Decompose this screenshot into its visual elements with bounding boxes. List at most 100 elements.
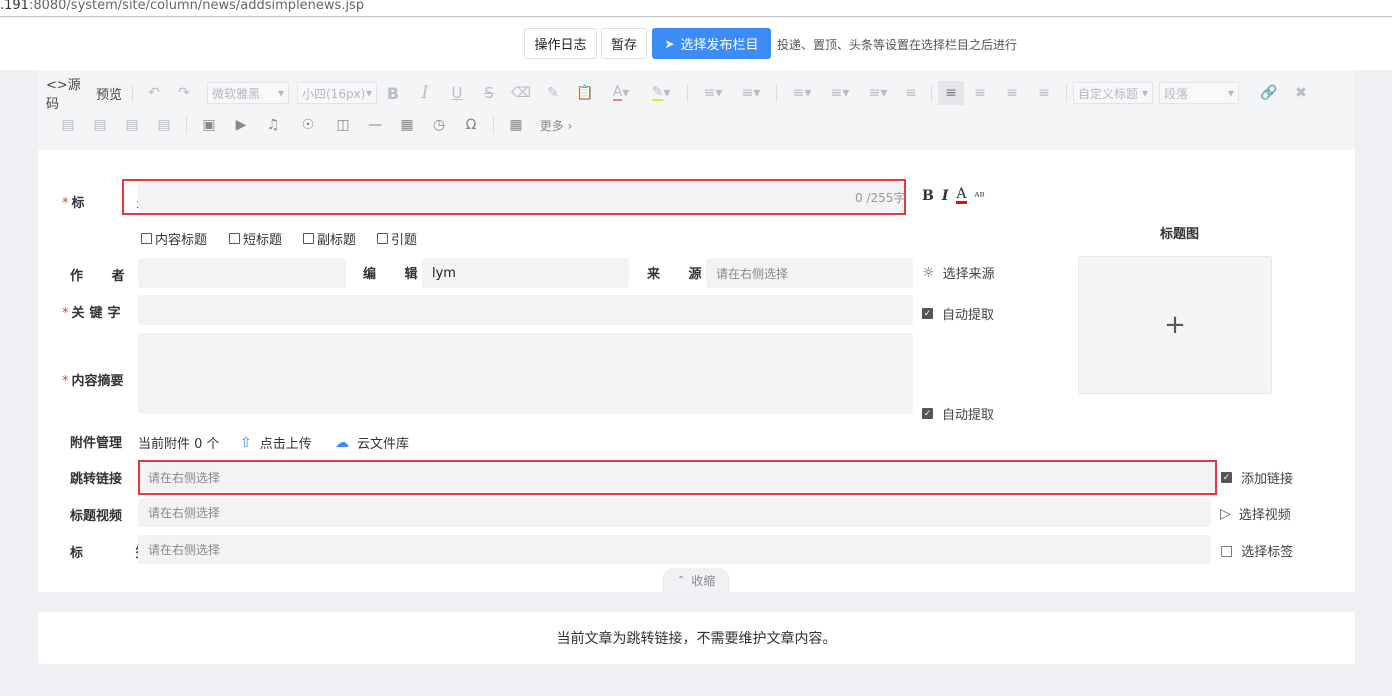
align-justify-icon[interactable]: ≡ (1028, 81, 1060, 105)
date-icon[interactable]: ▦ (391, 113, 423, 137)
image-left-icon[interactable]: ▤ (52, 113, 84, 137)
format-painter-icon[interactable]: ✎ (537, 81, 569, 105)
image-icon[interactable]: ▣ (193, 113, 225, 137)
source-label: 来 源 (647, 267, 714, 282)
bold-icon[interactable]: B (377, 81, 409, 105)
title-image-upload[interactable]: + (1078, 256, 1272, 394)
font-color-icon[interactable]: A ▾ (601, 81, 641, 105)
tag-input[interactable]: 请在右侧选择 (138, 535, 1211, 564)
checkbox-label: 副标题 (317, 233, 357, 248)
font-family-select[interactable]: 微软雅黑 ▾ (207, 82, 289, 104)
font-size-select[interactable]: 小四(16px) ▾ (297, 82, 377, 104)
lead-title-checkbox[interactable]: 引题 (377, 229, 417, 248)
operation-log-button[interactable]: 操作日志 (524, 28, 597, 59)
author-input[interactable] (138, 258, 346, 288)
jump-link-notice: 当前文章为跳转链接，不需要维护文章内容。 (38, 612, 1355, 664)
select-tag-label: 选择标签 (1241, 545, 1294, 560)
toolbar-divider (493, 116, 494, 134)
ordered-list-icon[interactable]: ≡▾ (694, 81, 732, 105)
outdent-icon[interactable]: ≡ (897, 81, 925, 105)
source-code-button[interactable]: <>源码 (46, 78, 86, 112)
upload-icon: ⇧ (240, 434, 252, 451)
select-tag-link[interactable]: □ 选择标签 (1220, 541, 1294, 561)
chevron-up-icon: ⌃ (676, 574, 686, 586)
align-right-icon[interactable]: ≡ (996, 81, 1028, 105)
checkbox-box (377, 233, 388, 244)
chevron-down-icon: ▾ (277, 86, 284, 100)
undo-icon[interactable]: ↶ (139, 81, 169, 105)
editor-toolbar: <>源码 预览 ↶ ↷ 微软雅黑 ▾ 小四(16px) ▾ B I U S ⌫ ✎ … (38, 70, 1355, 150)
time-icon[interactable]: ◷ (423, 113, 455, 137)
link-icon[interactable]: 🔗 (1253, 81, 1285, 105)
upload-link[interactable]: ⇧ 点击上传 (240, 433, 312, 453)
checkbox-label: 内容标题 (155, 233, 208, 248)
preview-button[interactable]: 预览 (92, 81, 126, 105)
source-input[interactable]: 请在右侧选择 (706, 258, 913, 288)
special-char-icon[interactable]: Ω (455, 113, 487, 137)
editor-input[interactable]: lym (422, 258, 629, 288)
address-bar[interactable]: .191:8080/system/site/column/news/addsim… (0, 0, 1392, 17)
checkbox-label: 引题 (391, 233, 418, 248)
keyword-auto-extract[interactable]: ✓ 自动提取 (922, 304, 994, 323)
custom-title-select[interactable]: 自定义标题 ▾ (1073, 82, 1153, 104)
title-color-icon[interactable]: A (956, 187, 967, 204)
url-path: :8080/system/site/column/news/addsimplen… (28, 0, 365, 13)
strikethrough-icon[interactable]: S (473, 81, 505, 105)
cloud-icon: ☁ (335, 434, 349, 451)
collapse-button[interactable]: ⌃ 收缩 (662, 568, 730, 592)
checkbox-box (141, 233, 152, 244)
select-column-button[interactable]: ➤ 选择发布栏目 (652, 28, 771, 59)
underline-icon[interactable]: U (441, 81, 473, 105)
horizontal-rule-icon[interactable]: — (359, 113, 391, 137)
play-icon: ▷ (1220, 505, 1231, 522)
summary-textarea[interactable] (138, 333, 913, 414)
paragraph-select[interactable]: 段落 ▾ (1159, 82, 1239, 104)
title-video-input[interactable]: 请在右侧选择 (138, 498, 1211, 527)
column-hint: 投递、置顶、头条等设置在选择栏目之后进行 (777, 38, 1018, 52)
video-icon[interactable]: ▶ (225, 113, 257, 137)
bookmark-icon: □ (1220, 542, 1234, 559)
music-icon[interactable]: ♫ (257, 113, 289, 137)
table-icon[interactable]: ▦ (500, 113, 532, 137)
eraser-icon[interactable]: ⌫ (505, 81, 537, 105)
content-title-checkbox[interactable]: 内容标题 (141, 229, 207, 248)
align-center-icon[interactable]: ≡ (964, 81, 996, 105)
summary-label-text: 内容摘要 (71, 374, 124, 389)
indent-icon[interactable]: ≡▾ (859, 81, 897, 105)
paragraph-spacing-icon[interactable]: ≡▾ (821, 81, 859, 105)
custom-title-value: 自定义标题 (1078, 86, 1139, 101)
title-spellcheck-icon[interactable]: ᴬᴮ (975, 190, 985, 203)
add-link-checkbox[interactable]: ✓ 添加链接 (1221, 468, 1293, 487)
keyword-input[interactable] (138, 295, 913, 325)
checkbox-checked: ✓ (922, 408, 933, 419)
subtitle-checkbox[interactable]: 副标题 (303, 229, 356, 248)
italic-icon[interactable]: I (409, 81, 441, 105)
paste-icon[interactable]: 📋 (569, 81, 601, 105)
select-video-link[interactable]: ▷ 选择视频 (1220, 504, 1291, 524)
line-height-icon[interactable]: ≡▾ (783, 81, 821, 105)
layout-icon[interactable]: ◫ (327, 113, 359, 137)
title-video-label: 标题视频 (70, 509, 123, 524)
redo-icon[interactable]: ↷ (169, 81, 199, 105)
summary-auto-extract[interactable]: ✓ 自动提取 (922, 404, 994, 423)
select-source-link[interactable]: ☼ 选择来源 (922, 263, 995, 283)
unordered-list-icon[interactable]: ≡▾ (732, 81, 770, 105)
cloud-library-link[interactable]: ☁ 云文件库 (335, 433, 409, 453)
highlight-icon[interactable]: ✎ ▾ (641, 81, 681, 105)
checkbox-box (303, 233, 314, 244)
image-center-icon[interactable]: ▤ (148, 113, 180, 137)
action-bar: 操作日志 暂存 ➤ 选择发布栏目 投递、置顶、头条等设置在选择栏目之后进行 (0, 18, 1392, 70)
jump-link-highlight-box (138, 460, 1217, 495)
keyword-label: * 关键字 (62, 306, 126, 321)
more-button[interactable]: 更多 › (536, 113, 576, 137)
map-icon[interactable]: ☉ (289, 113, 327, 137)
short-title-checkbox[interactable]: 短标题 (229, 229, 282, 248)
save-draft-button[interactable]: 暂存 (601, 28, 647, 59)
image-none-icon[interactable]: ▤ (84, 113, 116, 137)
align-left-icon[interactable]: ≡ (938, 81, 964, 105)
title-italic-icon[interactable]: I (942, 188, 949, 204)
title-char-counter: 0 /255字 (855, 191, 906, 205)
image-right-icon[interactable]: ▤ (116, 113, 148, 137)
title-bold-icon[interactable]: B (922, 188, 934, 204)
unlink-icon[interactable]: ✖ (1285, 81, 1317, 105)
